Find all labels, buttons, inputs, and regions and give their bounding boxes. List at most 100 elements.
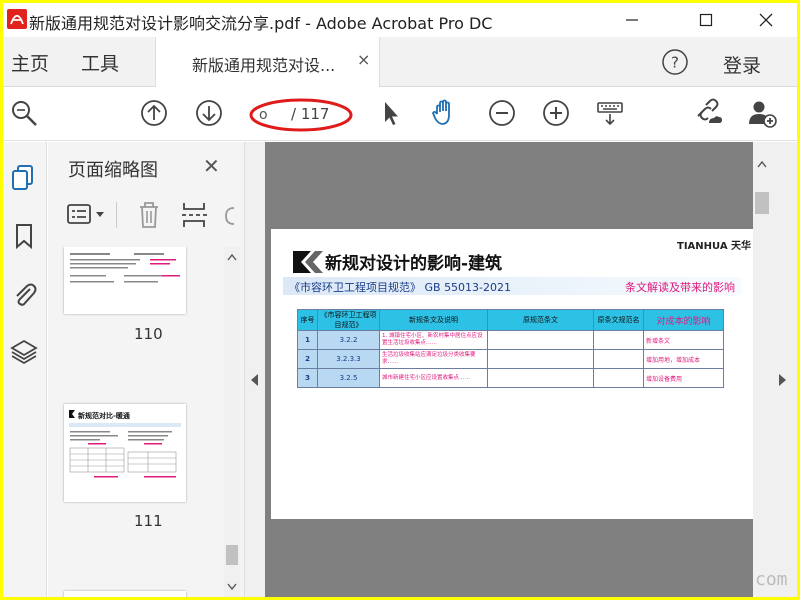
toolbar: / 117 [3,87,797,141]
table-cell-empty [487,368,594,388]
help-icon[interactable]: ? [661,48,689,76]
table-cell-empty [593,349,644,369]
thumbnails-tools [66,200,236,232]
zoom-out-icon[interactable] [487,98,517,128]
table-cell-text: 城市新建住宅小区应设置收集点…… [379,368,488,388]
tools-tab[interactable]: 工具 [81,49,119,76]
table-cell-index: 2 [297,349,318,369]
page-thumbnails-icon[interactable] [10,164,38,192]
pdf-subtitle: 条文解读及带来的影响 [625,281,735,294]
pdf-chevron-logo-icon [293,251,323,273]
thumbnails-scrollbar[interactable] [224,247,240,597]
layers-icon[interactable] [10,338,38,366]
thumbnail-options-icon[interactable] [66,202,108,228]
pdf-standard-banner: 《市容环卫工程项目规范》 GB 55013-2021 条文解读及带来的影响 [283,277,741,295]
table-cell-empty [487,349,594,369]
viewer-right-gutter [771,142,797,597]
scroll-up-icon[interactable] [757,160,767,168]
table-header: 新规条文及说明 [379,309,488,331]
maximize-button[interactable] [683,3,729,37]
pdf-title: 新规对设计的影响-建筑 [325,254,503,274]
document-tab-close-button[interactable]: × [357,50,370,69]
zoom-in-icon[interactable] [541,98,571,128]
table-cell-index: 3 [297,368,318,388]
thumbnail-page-110[interactable] [64,247,186,314]
minimize-icon [626,19,638,21]
thumbnail-page-110-content [70,253,180,283]
zoom-search-icon[interactable] [9,98,39,128]
pdf-page: TIANHUA 天华 新规对设计的影响-建筑 《市容环卫工程项目规范》 GB 5… [271,229,753,519]
thumbnail-page-111-heading: 新规范对比-暖通 [78,411,131,420]
pdf-standard-name: 《市容环卫工程项目规范》 GB 55013-2021 [289,281,512,294]
thumbnails-scroll-thumb[interactable] [226,545,238,565]
left-navigation-rail [3,142,47,597]
acrobat-logo-icon [7,9,27,29]
page-up-icon[interactable] [139,98,169,128]
select-cursor-icon[interactable] [375,98,405,128]
table-header-row: 序号 《市容环卫工程项目规范》 新规条文及说明 原规范条文 原条文规范名 对成本… [297,309,724,331]
table-row: 3 3.2.5 城市新建住宅小区应设置收集点…… 增加设备费用 [297,368,724,388]
viewer-scrollbar[interactable] [753,142,771,597]
table-cell-empty [487,330,594,350]
rotate-page-icon[interactable] [222,204,236,228]
close-window-button[interactable] [743,3,789,37]
link-cloud-icon[interactable] [693,98,723,128]
watermark: com [755,569,788,590]
table-cell-code: 3.2.5 [317,368,380,388]
title-bar: 新版通用规范对设计影响交流分享.pdf - Adobe Acrobat Pro … [3,3,797,37]
viewer-scroll-thumb[interactable] [755,192,769,214]
table-header: 原规范条文 [487,309,594,331]
page-down-icon[interactable] [194,98,224,128]
table-cell-index: 1 [297,330,318,350]
scroll-up-icon[interactable] [227,253,237,261]
table-header: 原条文规范名 [593,309,644,331]
page-number-input[interactable] [259,105,283,125]
table-cell-impact: 增加设备费用 [643,368,724,388]
extract-page-icon[interactable] [180,200,208,230]
collapse-left-panel-icon[interactable] [251,374,258,386]
document-viewer[interactable]: TIANHUA 天华 新规对设计的影响-建筑 《市容环卫工程项目规范》 GB 5… [245,142,797,597]
table-row: 1 3.2.2 1. 城镇住宅小区、新农村集中居住点应设置生活垃圾收集点…… 新… [297,330,724,350]
thumbnail-page-number: 111 [134,512,163,530]
thumbnail-page-112[interactable] [64,591,186,597]
table-cell-code: 3.2.2 [317,330,380,350]
thumbnails-panel-close-button[interactable]: ✕ [203,154,220,178]
pdf-brand: TIANHUA 天华 [677,241,752,252]
hand-tool-icon[interactable] [429,98,459,128]
svg-text:?: ? [671,54,679,72]
table-row: 2 3.2.3.3 生活垃圾收集站应满足垃圾分类收集要求…… 增加用地，增加成本 [297,349,724,369]
add-user-icon[interactable] [747,98,777,128]
table-cell-impact: 新增条文 [643,330,724,350]
viewer-left-gutter [245,142,265,597]
document-tab[interactable]: 新版通用规范对设... × [155,37,380,87]
maximize-icon [699,13,713,27]
thumbnail-page-number: 110 [134,325,163,343]
table-header: 对成本的影响 [643,309,724,331]
expand-right-panel-icon[interactable] [779,374,786,386]
close-icon [759,13,773,27]
document-tab-label: 新版通用规范对设... [192,56,336,75]
bookmark-icon[interactable] [10,222,38,250]
thumbnail-page-111[interactable]: 新规范对比-暖通 [64,404,186,502]
menu-bar: 主页 工具 新版通用规范对设... × ? 登录 [3,37,797,87]
thumbnail-list: 110 新规范对比-暖通 111 [48,247,245,597]
delete-page-icon[interactable] [136,200,162,230]
keyboard-scroll-icon[interactable] [595,98,625,128]
window-title: 新版通用规范对设计影响交流分享.pdf - Adobe Acrobat Pro … [29,14,493,33]
table-cell-text: 生活垃圾收集站应满足垃圾分类收集要求…… [379,349,488,369]
acrobat-window: 新版通用规范对设计影响交流分享.pdf - Adobe Acrobat Pro … [3,3,797,597]
home-tab[interactable]: 主页 [11,49,49,76]
table-cell-empty [593,330,644,350]
toolbar-divider [116,202,117,228]
table-cell-code: 3.2.3.3 [317,349,380,369]
page-navigator: / 117 [249,98,353,132]
scroll-down-icon[interactable] [227,583,237,591]
thumbnail-page-111-content: 新规范对比-暖通 [69,410,181,478]
attachment-icon[interactable] [10,280,38,308]
thumbnails-panel-title: 页面缩略图 [68,160,158,181]
pdf-comparison-table: 序号 《市容环卫工程项目规范》 新规条文及说明 原规范条文 原条文规范名 对成本… [297,309,724,388]
login-button[interactable]: 登录 [723,51,761,78]
minimize-button[interactable] [609,3,655,37]
thumbnails-panel: 页面缩略图 ✕ 110 新规范对比-暖通 111 [48,142,245,597]
table-header: 序号 [297,309,318,331]
